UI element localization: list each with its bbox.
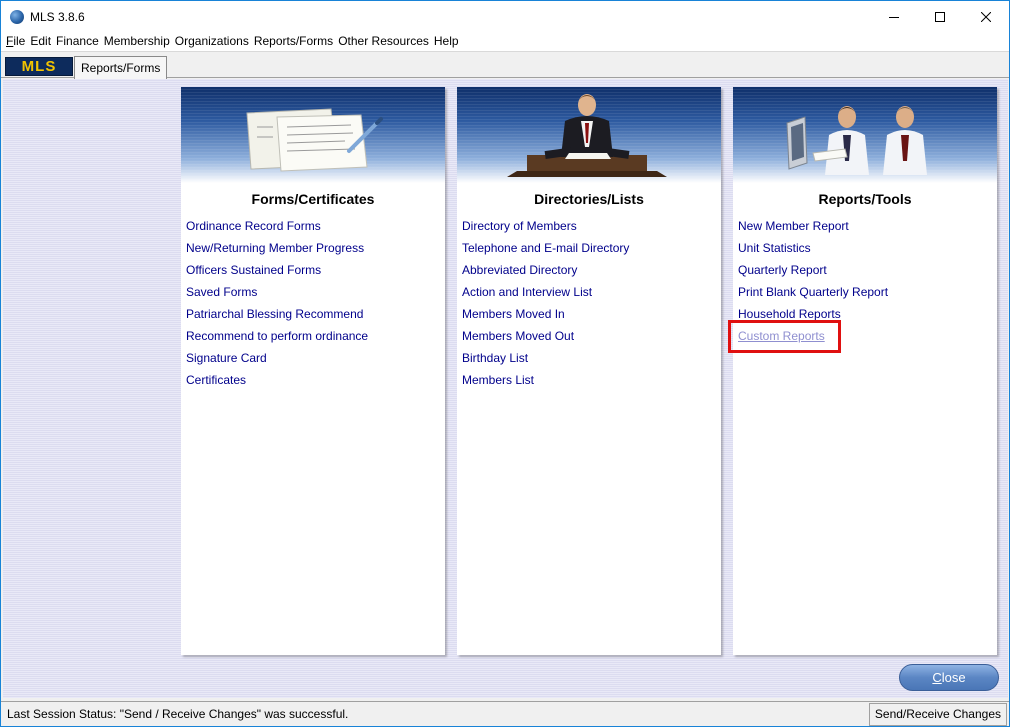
menu-other-resources[interactable]: Other Resources <box>337 32 433 51</box>
app-globe-icon <box>10 9 24 24</box>
minimize-button[interactable] <box>871 1 917 32</box>
documents-pen-illustration <box>246 108 383 172</box>
send-receive-button[interactable]: Send/Receive Changes <box>868 702 1007 726</box>
link-members-list[interactable]: Members List <box>462 369 721 391</box>
close-window-button[interactable] <box>963 1 1009 32</box>
link-members-moved-out[interactable]: Members Moved Out <box>462 325 721 347</box>
link-ordinance-record-forms[interactable]: Ordinance Record Forms <box>186 215 445 237</box>
link-list: Ordinance Record Forms New/Returning Mem… <box>181 215 445 391</box>
menu-membership[interactable]: Membership <box>103 32 174 51</box>
title-bar: MLS 3.8.6 <box>1 1 1009 32</box>
close-label-rest: lose <box>941 670 966 685</box>
link-quarterly-report[interactable]: Quarterly Report <box>738 259 997 281</box>
link-certificates[interactable]: Certificates <box>186 369 445 391</box>
panel-title: Directories/Lists <box>534 191 644 207</box>
man-at-desk-illustration <box>507 94 667 177</box>
status-bar: Last Session Status: "Send / Receive Cha… <box>1 701 1009 726</box>
link-saved-forms[interactable]: Saved Forms <box>186 281 445 303</box>
panel-header-image <box>457 87 721 183</box>
maximize-icon <box>935 11 945 22</box>
link-print-blank-quarterly-report[interactable]: Print Blank Quarterly Report <box>738 281 997 303</box>
link-telephone-email-directory[interactable]: Telephone and E-mail Directory <box>462 237 721 259</box>
link-new-member-report[interactable]: New Member Report <box>738 215 997 237</box>
menu-help[interactable]: Help <box>433 32 463 51</box>
tab-strip: MLS Reports/Forms <box>1 51 1009 79</box>
panel-directories-lists: Directories/Lists Directory of Members T… <box>457 87 721 655</box>
two-men-computer-illustration <box>786 106 927 175</box>
menu-bar: File Edit Finance Membership Organizatio… <box>1 32 1009 51</box>
menu-finance[interactable]: Finance <box>55 32 103 51</box>
app-window: MLS 3.8.6 File Edit Finance Membership O… <box>0 0 1010 727</box>
link-abbreviated-directory[interactable]: Abbreviated Directory <box>462 259 721 281</box>
link-signature-card[interactable]: Signature Card <box>186 347 445 369</box>
panel-title: Reports/Tools <box>818 191 912 207</box>
content-area: Forms/Certificates Ordinance Record Form… <box>3 79 1008 698</box>
menu-reports-forms[interactable]: Reports/Forms <box>253 32 337 51</box>
link-new-returning-member-progress[interactable]: New/Returning Member Progress <box>186 237 445 259</box>
mls-logo[interactable]: MLS <box>5 57 73 76</box>
panel-title: Forms/Certificates <box>251 191 375 207</box>
link-action-interview-list[interactable]: Action and Interview List <box>462 281 721 303</box>
close-accel: C <box>932 670 942 685</box>
panel-header-image <box>181 87 445 183</box>
link-directory-of-members[interactable]: Directory of Members <box>462 215 721 237</box>
menu-organizations[interactable]: Organizations <box>174 32 253 51</box>
panel-reports-tools: Reports/Tools New Member Report Unit Sta… <box>733 87 997 655</box>
close-button[interactable]: Close <box>899 664 999 691</box>
link-unit-statistics[interactable]: Unit Statistics <box>738 237 997 259</box>
highlight-box <box>728 320 841 353</box>
session-status-text: Last Session Status: "Send / Receive Cha… <box>7 707 349 721</box>
window-controls <box>871 1 1009 32</box>
menu-file-rest: ile <box>13 34 26 48</box>
link-recommend-perform-ordinance[interactable]: Recommend to perform ordinance <box>186 325 445 347</box>
tab-reports-forms[interactable]: Reports/Forms <box>74 56 168 79</box>
maximize-button[interactable] <box>917 1 963 32</box>
panel-forms-certificates: Forms/Certificates Ordinance Record Form… <box>181 87 445 655</box>
minimize-icon <box>889 16 899 18</box>
link-members-moved-in[interactable]: Members Moved In <box>462 303 721 325</box>
link-patriarchal-blessing-recommend[interactable]: Patriarchal Blessing Recommend <box>186 303 445 325</box>
link-officers-sustained-forms[interactable]: Officers Sustained Forms <box>186 259 445 281</box>
menu-file[interactable]: File <box>5 32 29 51</box>
link-birthday-list[interactable]: Birthday List <box>462 347 721 369</box>
link-list: Directory of Members Telephone and E-mai… <box>457 215 721 391</box>
close-icon <box>981 11 991 22</box>
panel-header-image <box>733 87 997 183</box>
window-title: MLS 3.8.6 <box>30 9 85 24</box>
menu-edit[interactable]: Edit <box>29 32 55 51</box>
